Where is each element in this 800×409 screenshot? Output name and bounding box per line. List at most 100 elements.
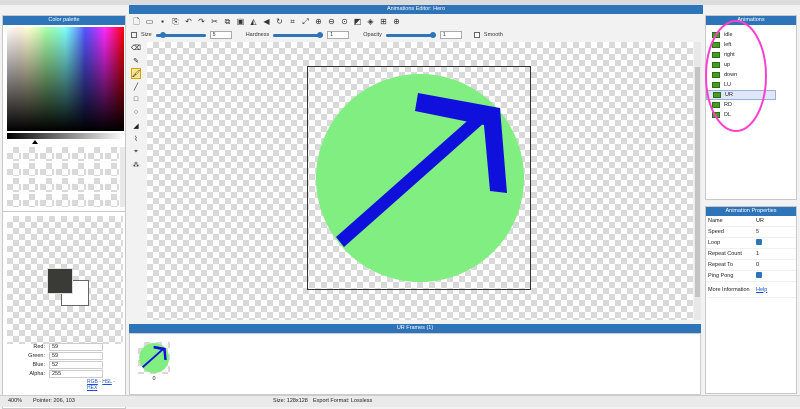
cut-icon[interactable]: ✂ xyxy=(209,16,220,27)
brightness-marker-icon[interactable] xyxy=(32,140,38,144)
drawing-canvas[interactable] xyxy=(307,66,531,290)
zoom-fit-icon[interactable]: ⊙ xyxy=(339,16,350,27)
swatch[interactable] xyxy=(23,162,38,176)
picker-icon[interactable]: ⌇ xyxy=(131,133,141,144)
swatch[interactable] xyxy=(88,147,103,161)
swatch[interactable] xyxy=(39,147,54,161)
name-value[interactable]: UR xyxy=(752,218,796,224)
swatch[interactable] xyxy=(23,178,38,192)
swatch[interactable] xyxy=(72,193,87,207)
main-toolbar: 🗋 ▭ ▪ ⎘ ↶ ↷ ✂ ⧉ ▣ ◭ ◀ ↻ ⌗ ⤢ ⊕ ⊖ ⊙ ◩ ◈ ⊞ … xyxy=(131,15,701,27)
swatch[interactable] xyxy=(55,178,71,192)
hsl-mode-link[interactable]: HSL xyxy=(102,379,112,385)
tool-strip: ⌫ ✎ 🖌 ╱ □ ○ ◢ ⌇ ⌖ ⁂ xyxy=(131,42,143,182)
add-icon[interactable]: ⊕ xyxy=(391,16,402,27)
swatch[interactable] xyxy=(88,178,103,192)
layers-icon[interactable]: ◈ xyxy=(365,16,376,27)
opacity-slider-knob[interactable] xyxy=(429,31,436,38)
contrast-icon[interactable]: ◩ xyxy=(352,16,363,27)
swatch[interactable] xyxy=(7,178,22,192)
swatch[interactable] xyxy=(55,162,71,176)
swatch[interactable] xyxy=(7,147,22,161)
repeat-to-value[interactable]: 0 xyxy=(752,262,796,268)
paste-icon[interactable]: ▣ xyxy=(235,16,246,27)
grid-icon[interactable]: ⊞ xyxy=(378,16,389,27)
blue-input[interactable]: 52 xyxy=(49,360,103,369)
speed-value[interactable]: 5 xyxy=(752,229,796,235)
frame-thumbnail[interactable] xyxy=(138,342,170,374)
swatch[interactable] xyxy=(72,162,87,176)
redo-icon[interactable]: ↷ xyxy=(196,16,207,27)
swatch[interactable] xyxy=(104,193,119,207)
image-size: Size: 128x128 xyxy=(273,398,308,404)
new-file-icon[interactable]: 🗋 xyxy=(131,16,142,27)
alpha-input[interactable]: 255 xyxy=(49,369,103,378)
primary-color-swatch[interactable] xyxy=(47,268,73,294)
help-link[interactable]: Help xyxy=(752,287,796,293)
rotate-icon[interactable]: ↻ xyxy=(274,16,285,27)
zoom-in-icon[interactable]: ⊕ xyxy=(313,16,324,27)
color-palette-panel: Color palette Red: 59 Green: 59 Blue: 52 Al… xyxy=(2,15,126,409)
opacity-slider[interactable] xyxy=(385,31,436,38)
annotation-circle xyxy=(705,20,767,132)
mirror-icon[interactable]: ◀ xyxy=(261,16,272,27)
hardness-slider-knob[interactable] xyxy=(317,31,324,38)
hardness-input[interactable]: 1 xyxy=(327,31,350,39)
loop-checkbox[interactable] xyxy=(756,239,762,245)
swatch[interactable] xyxy=(55,193,71,207)
opacity-label: Opacity xyxy=(363,32,382,38)
size-slider-knob[interactable] xyxy=(160,31,167,38)
open-folder-icon[interactable]: ▭ xyxy=(144,16,155,27)
swatch[interactable] xyxy=(72,147,87,161)
flip-icon[interactable]: ◭ xyxy=(248,16,259,27)
repeat-count-value[interactable]: 1 xyxy=(752,251,796,257)
swatch[interactable] xyxy=(23,193,38,207)
swatch[interactable] xyxy=(39,178,54,192)
eraser-icon[interactable]: ⌫ xyxy=(131,42,141,53)
swatch-scrollbar[interactable] xyxy=(120,147,125,207)
rect-icon[interactable]: □ xyxy=(131,94,141,105)
transform-icon[interactable]: ⁂ xyxy=(131,159,141,170)
export-icon[interactable]: ⎘ xyxy=(170,16,181,27)
opacity-input[interactable]: 1 xyxy=(439,31,462,39)
resize-icon[interactable]: ⤢ xyxy=(300,16,311,27)
swatch[interactable] xyxy=(104,162,119,176)
ellipse-icon[interactable]: ○ xyxy=(131,107,141,118)
swatch[interactable] xyxy=(88,162,103,176)
brush-icon[interactable]: 🖌 xyxy=(131,68,141,79)
frames-title: UR Frames (1) xyxy=(129,324,701,333)
size-slider[interactable] xyxy=(155,31,206,38)
canvas-vscroll-thumb[interactable] xyxy=(695,67,700,297)
properties-title: Animation Properties xyxy=(706,207,796,216)
hardness-slider[interactable] xyxy=(273,31,324,38)
swatch[interactable] xyxy=(39,193,54,207)
hex-mode-link[interactable]: HEX xyxy=(87,385,97,391)
pencil-icon[interactable]: ✎ xyxy=(131,55,141,66)
copy-icon[interactable]: ⧉ xyxy=(222,16,233,27)
line-icon[interactable]: ╱ xyxy=(131,81,141,92)
crop-icon[interactable]: ⌗ xyxy=(287,16,298,27)
green-input[interactable]: 59 xyxy=(49,351,103,360)
undo-icon[interactable]: ↶ xyxy=(183,16,194,27)
color-spectrum[interactable] xyxy=(7,27,124,131)
select-icon[interactable]: ⌖ xyxy=(131,146,141,157)
zoom-out-icon[interactable]: ⊖ xyxy=(326,16,337,27)
red-input[interactable]: 59 xyxy=(49,342,103,351)
swatch[interactable] xyxy=(7,193,22,207)
swatch[interactable] xyxy=(72,178,87,192)
swatch[interactable] xyxy=(55,147,71,161)
swatch[interactable] xyxy=(88,193,103,207)
swatch[interactable] xyxy=(23,147,38,161)
swatch[interactable] xyxy=(104,178,119,192)
swatch[interactable] xyxy=(39,162,54,176)
swatch[interactable] xyxy=(104,147,119,161)
size-input[interactable]: 5 xyxy=(209,31,232,39)
save-icon[interactable]: ▪ xyxy=(157,16,168,27)
canvas-vscroll[interactable] xyxy=(694,42,701,320)
smooth-checkbox[interactable] xyxy=(473,32,480,38)
brightness-slider[interactable] xyxy=(7,133,124,139)
fill-icon[interactable]: ◢ xyxy=(131,120,141,131)
swatch[interactable] xyxy=(7,162,22,176)
alpha-label: Alpha: xyxy=(29,370,45,377)
ping-pong-checkbox[interactable] xyxy=(756,272,762,278)
